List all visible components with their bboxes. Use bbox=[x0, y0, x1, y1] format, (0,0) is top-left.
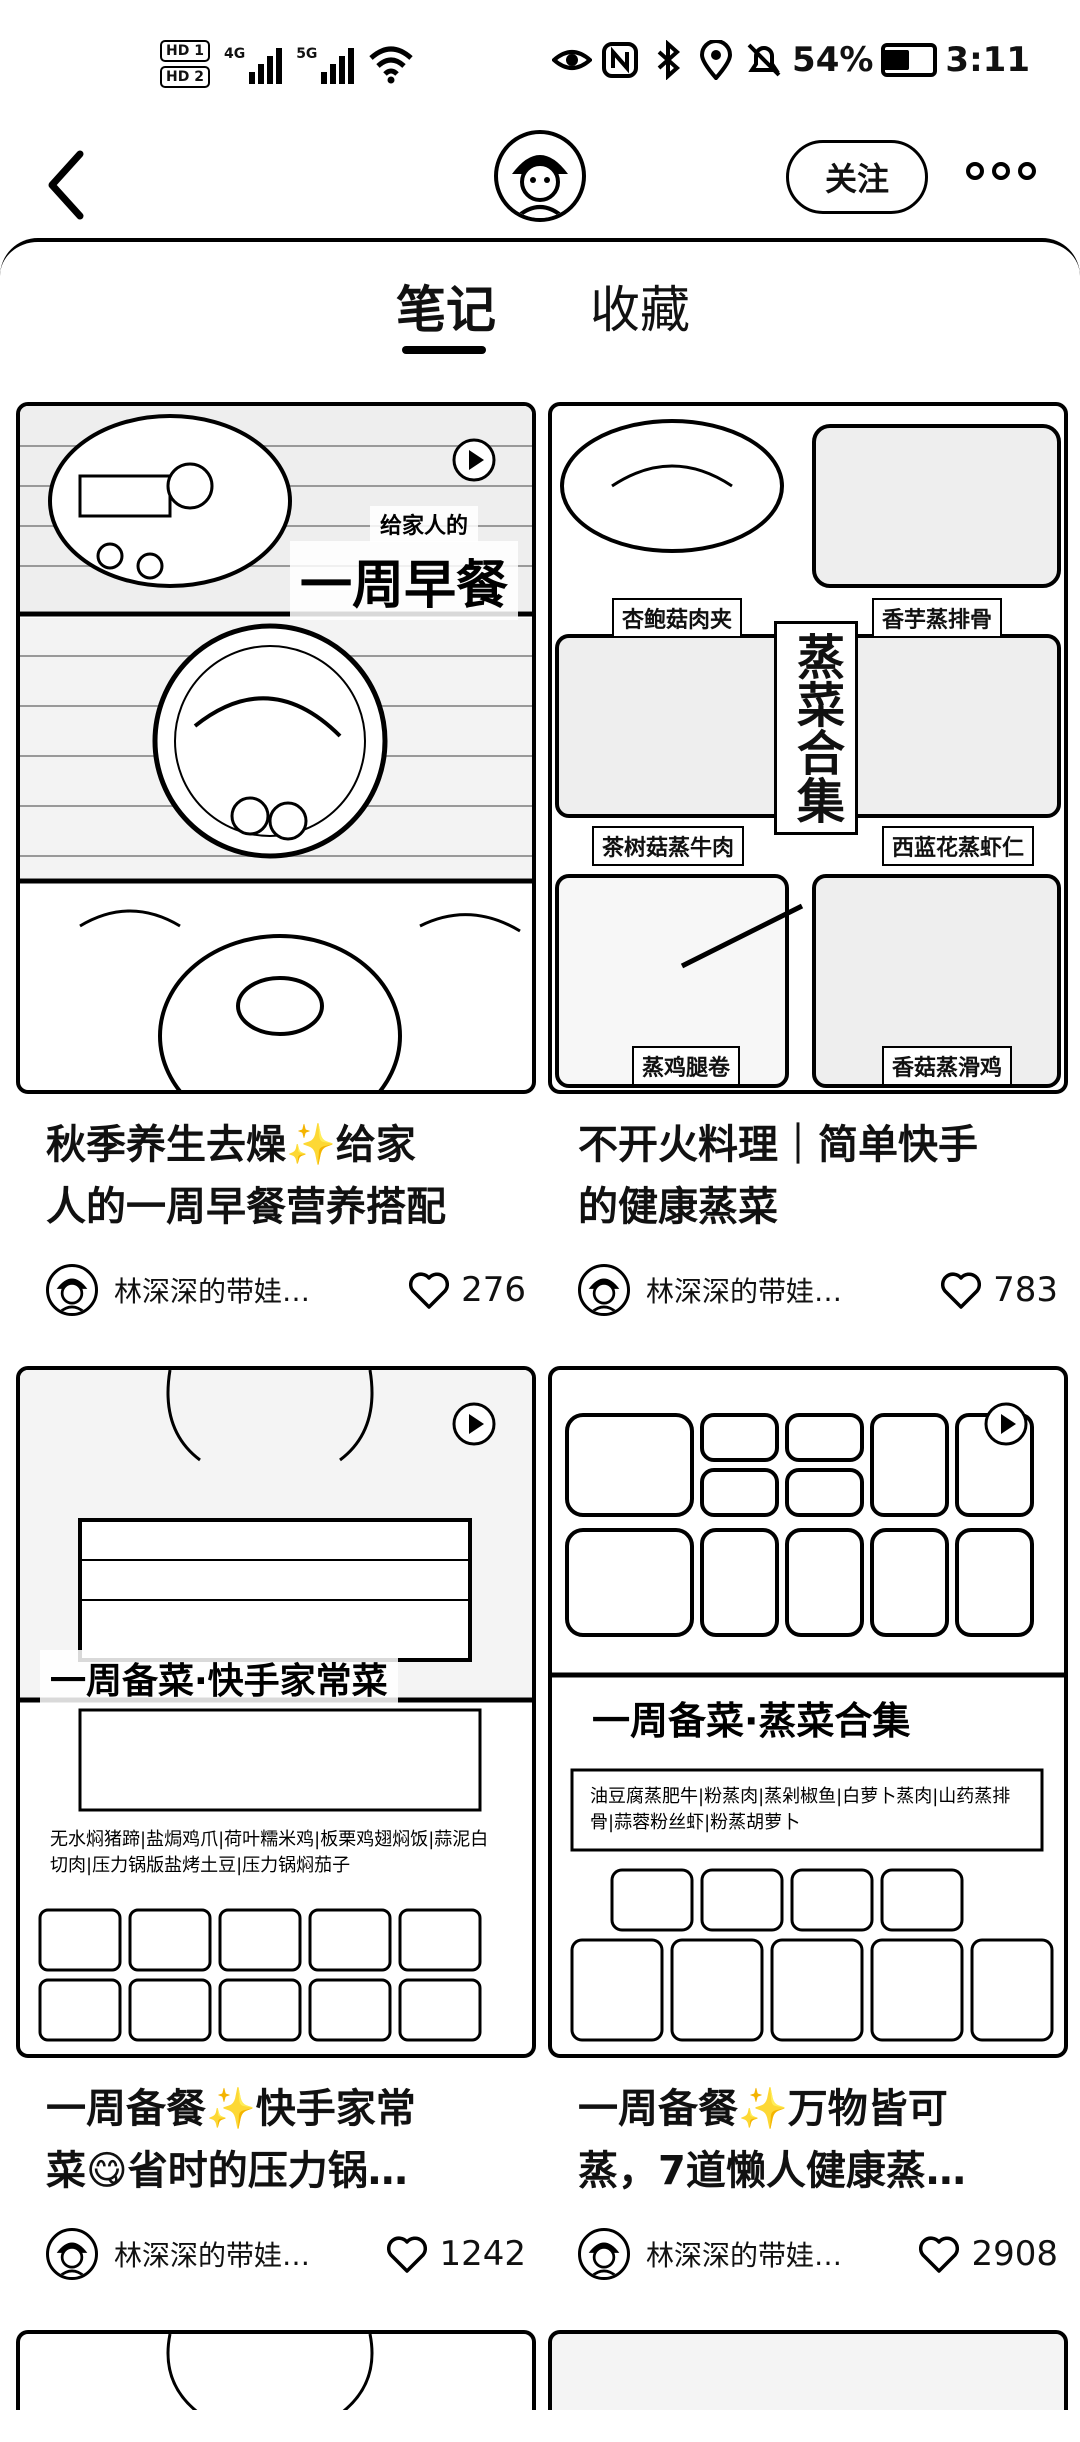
heart-icon bbox=[919, 2236, 960, 2273]
author-avatar[interactable] bbox=[578, 2228, 630, 2280]
note-cover[interactable]: 杏鲍菇肉夹 香芋蒸排骨 茶树菇蒸牛肉 西蓝花蒸虾仁 蒸鸡腿卷 香菇蒸滑鸡 蒸菜合… bbox=[548, 402, 1068, 1094]
clock: 3:11 bbox=[945, 40, 1030, 80]
author-name[interactable]: 林深深的带娃… bbox=[646, 1270, 876, 1310]
heart-icon bbox=[409, 1272, 450, 1309]
like-button[interactable]: 276 bbox=[407, 1268, 526, 1312]
signal-1: 4G bbox=[223, 44, 283, 84]
hd-indicators: HD 1 HD 2 bbox=[160, 40, 210, 88]
tab-favorites[interactable]: 收藏 bbox=[590, 270, 690, 342]
note-title: 一周备餐✨万物皆可 蒸，7道懒人健康蒸… bbox=[578, 2086, 966, 2194]
like-count: 1242 bbox=[439, 2234, 526, 2274]
note-meta: 林深深的带娃… 2908 bbox=[578, 2226, 1058, 2282]
dish-caption: 茶树菇蒸牛肉 bbox=[592, 826, 745, 866]
dish-caption: 西蓝花蒸虾仁 bbox=[882, 826, 1035, 866]
note-cover[interactable]: 一周备菜·蒸菜合集 油豆腐蒸肥牛|粉蒸肉|蒸剁椒鱼|白萝卜蒸肉|山药蒸排骨|蒜蓉… bbox=[548, 1366, 1068, 2058]
active-tab-indicator bbox=[402, 346, 486, 354]
avatar[interactable] bbox=[494, 130, 586, 222]
author-name[interactable]: 林深深的带娃… bbox=[114, 2234, 344, 2274]
author-avatar[interactable] bbox=[46, 2228, 98, 2280]
note-card[interactable]: 杏鲍菇肉夹 香芋蒸排骨 茶树菇蒸牛肉 西蓝花蒸虾仁 蒸鸡腿卷 香菇蒸滑鸡 蒸菜合… bbox=[548, 402, 1068, 1316]
dish-caption: 香芋蒸排骨 bbox=[872, 598, 1003, 638]
like-button[interactable]: 2908 bbox=[917, 2232, 1058, 2276]
note-meta: 林深深的带娃… 783 bbox=[578, 1262, 1058, 1318]
cover-title: 一周备菜·蒸菜合集 bbox=[582, 1688, 921, 1747]
play-icon bbox=[452, 1402, 496, 1446]
note-meta: 林深深的带娃… 1242 bbox=[46, 2226, 526, 2282]
dish-caption: 香菇蒸滑鸡 bbox=[882, 1046, 1013, 1086]
note-title: 一周备餐✨快手家常 菜😋省时的压力锅… bbox=[46, 2086, 416, 2194]
play-icon bbox=[452, 438, 496, 482]
signal-2: 5G bbox=[296, 44, 355, 84]
author-name[interactable]: 林深深的带娃… bbox=[646, 2234, 876, 2274]
status-bar: HD 1 HD 2 4G 5G 54% 3:11 bbox=[0, 0, 1080, 130]
eye-icon bbox=[552, 50, 593, 70]
note-card[interactable]: 给家人的 一周早餐 秋季养生去燥✨给家 人的一周早餐营养搭配 林深深的带娃… 27… bbox=[16, 402, 536, 1316]
hd1-badge: HD 1 bbox=[160, 40, 210, 62]
profile-tabs: 笔记 收藏 bbox=[0, 270, 1080, 360]
author-avatar[interactable] bbox=[46, 1264, 98, 1316]
dish-caption: 蒸鸡腿卷 bbox=[632, 1046, 741, 1086]
note-card-partial[interactable] bbox=[548, 2330, 1068, 2410]
note-card-partial[interactable] bbox=[16, 2330, 536, 2410]
battery-icon bbox=[881, 43, 938, 77]
cover-subtitle: 给家人的 bbox=[370, 506, 479, 542]
wifi-icon bbox=[369, 46, 414, 84]
mute-bell-icon bbox=[747, 43, 781, 77]
like-button[interactable]: 1242 bbox=[385, 2232, 526, 2276]
note-cover[interactable]: 给家人的 一周早餐 bbox=[16, 402, 536, 1094]
nfc-icon bbox=[602, 42, 639, 78]
hd2-badge: HD 2 bbox=[160, 66, 210, 88]
cover-title: 一周备菜·快手家常菜 bbox=[40, 1650, 398, 1706]
like-count: 276 bbox=[461, 1270, 526, 1310]
heart-icon bbox=[941, 1272, 982, 1309]
play-icon bbox=[984, 1402, 1028, 1446]
cover-dish-list: 无水焖猪蹄|盐焗鸡爪|荷叶糯米鸡|板栗鸡翅焖饭|蒜泥白切肉|压力锅版盐烤土豆|压… bbox=[40, 1825, 512, 1881]
follow-button[interactable]: 关注 bbox=[786, 140, 928, 214]
like-count: 783 bbox=[993, 1270, 1058, 1310]
note-meta: 林深深的带娃… 276 bbox=[46, 1262, 526, 1318]
note-card[interactable]: 一周备菜·快手家常菜 无水焖猪蹄|盐焗鸡爪|荷叶糯米鸡|板栗鸡翅焖饭|蒜泥白切肉… bbox=[16, 1366, 536, 2280]
dish-caption: 杏鲍菇肉夹 bbox=[612, 598, 743, 638]
like-button[interactable]: 783 bbox=[939, 1268, 1058, 1312]
tab-notes[interactable]: 笔记 bbox=[396, 270, 496, 342]
heart-icon bbox=[387, 2236, 428, 2273]
battery-percent: 54% bbox=[792, 40, 874, 80]
cover-title: 一周早餐 bbox=[290, 541, 519, 620]
note-cover[interactable]: 一周备菜·快手家常菜 无水焖猪蹄|盐焗鸡爪|荷叶糯米鸡|板栗鸡翅焖饭|蒜泥白切肉… bbox=[16, 1366, 536, 2058]
more-dots-icon[interactable] bbox=[966, 162, 1036, 180]
author-avatar[interactable] bbox=[578, 1264, 630, 1316]
network-type-1: 4G bbox=[223, 46, 246, 62]
signal-icon bbox=[321, 44, 355, 84]
profile-header: 关注 bbox=[0, 130, 1080, 240]
status-left: HD 1 HD 2 4G 5G bbox=[160, 40, 414, 88]
network-type-2: 5G bbox=[296, 46, 318, 62]
author-name[interactable]: 林深深的带娃… bbox=[114, 1270, 344, 1310]
status-right: 54% 3:11 bbox=[552, 40, 1030, 80]
signal-icon bbox=[249, 44, 283, 84]
location-icon bbox=[700, 40, 733, 80]
note-title: 秋季养生去燥✨给家 人的一周早餐营养搭配 bbox=[46, 1122, 446, 1230]
cover-title: 蒸菜合集 bbox=[774, 621, 858, 835]
cover-dish-list: 油豆腐蒸肥牛|粉蒸肉|蒸剁椒鱼|白萝卜蒸肉|山药蒸排骨|蒜蓉粉丝虾|粉蒸胡萝卜 bbox=[580, 1782, 1040, 1838]
note-title: 不开火料理｜简单快手 的健康蒸菜 bbox=[578, 1122, 978, 1230]
bluetooth-icon bbox=[657, 40, 681, 80]
like-count: 2908 bbox=[971, 2234, 1058, 2274]
back-chevron-icon[interactable] bbox=[40, 140, 96, 230]
note-card[interactable]: 一周备菜·蒸菜合集 油豆腐蒸肥牛|粉蒸肉|蒸剁椒鱼|白萝卜蒸肉|山药蒸排骨|蒜蓉… bbox=[548, 1366, 1068, 2280]
